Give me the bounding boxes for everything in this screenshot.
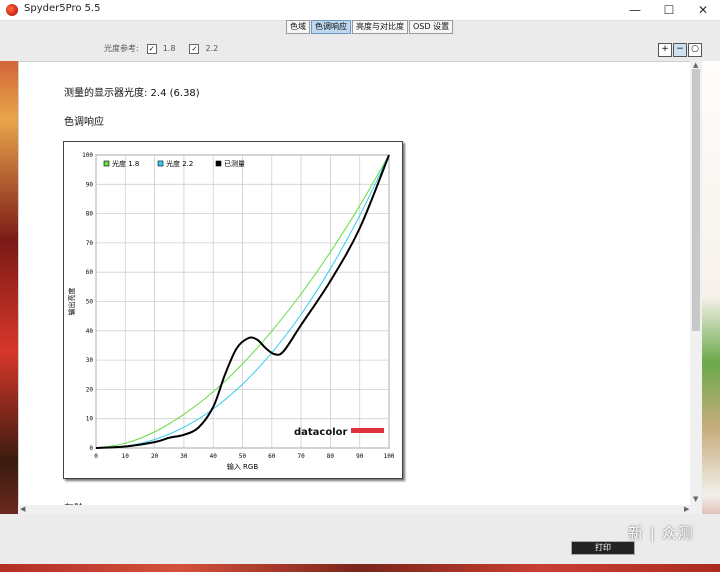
spyder-app-icon [6,4,18,16]
zoom-out-icon[interactable]: − [673,43,687,57]
section-title: 色调响应 [64,117,104,128]
x-tick-label: 20 [151,453,159,460]
x-tick-label: 50 [239,453,247,460]
y-tick-label: 0 [89,445,93,452]
x-tick-label: 70 [297,453,305,460]
vertical-scrollbar[interactable]: ▲ ▼ [690,61,702,505]
scroll-down-arrow-icon[interactable]: ▼ [693,495,698,503]
horizontal-scrollbar[interactable]: ◀ ▶ [18,505,702,514]
x-tick-label: 40 [210,453,218,460]
chart-svg: 0 10 20 30 40 50 60 70 80 90 100 0 10 20 30 40 50 60 70 80 9… [67,152,395,471]
gamma-2-2-label: 2.2 [205,44,219,53]
app-window: Spyder5Pro 5.5 — ☐ ✕ 色域 色调响应 亮度与对比度 OSD … [0,0,720,564]
x-tick-label: 30 [180,453,188,460]
desktop-background-bottom [0,564,720,572]
gamma-reference: 光度参考: ✓ 1.8 ✓ 2.2 [104,43,218,54]
tone-response-chart: 0 10 20 30 40 50 60 70 80 90 100 0 10 20 30 40 50 60 70 80 9… [63,141,403,479]
x-tick-label: 90 [356,453,364,460]
y-tick-label: 50 [86,299,94,306]
scroll-left-arrow-icon[interactable]: ◀ [20,505,25,513]
x-axis-label: 输入 RGB [227,462,259,471]
gamma-reference-label: 光度参考: [104,44,139,53]
y-tick-label: 20 [86,386,94,393]
x-tick-label: 60 [268,453,276,460]
datacolor-logo: datacolor [294,427,348,438]
watermark: 新 | 众测 [628,524,694,542]
tab-tone-response[interactable]: 色调响应 [311,20,351,34]
x-tick-label: 0 [94,453,98,460]
x-tick-label: 80 [327,453,335,460]
zoom-in-icon[interactable]: + [658,43,672,57]
measured-gamma: 测量的显示器光度: 2.4 (6.38) [64,88,200,99]
bottom-bar: 打印 [0,514,720,564]
legend-label: 光度 2.2 [166,159,193,168]
y-tick-label: 40 [86,328,94,335]
y-tick-label: 90 [86,181,94,188]
tab-osd-settings[interactable]: OSD 设置 [409,20,454,34]
zoom-fit-icon[interactable]: ○ [688,43,702,57]
title-bar: Spyder5Pro 5.5 — ☐ ✕ [0,0,720,21]
y-tick-label: 30 [86,357,94,364]
scroll-up-arrow-icon[interactable]: ▲ [693,61,698,69]
report-tabs: 色域 色调响应 亮度与对比度 OSD 设置 [286,20,454,34]
y-tick-label: 60 [86,269,94,276]
legend-swatch [103,160,110,167]
gamma-1-8-label: 1.8 [162,44,176,53]
maximize-button[interactable]: ☐ [652,0,686,20]
window-title: Spyder5Pro 5.5 [24,3,101,14]
legend-label: 光度 1.8 [112,159,139,168]
scroll-right-arrow-icon[interactable]: ▶ [684,505,689,513]
toolbar: 色域 色调响应 亮度与对比度 OSD 设置 光度参考: ✓ 1.8 ✓ 2.2 … [0,20,720,61]
gamma-2-2-checkbox[interactable]: ✓ [189,43,200,54]
y-tick-label: 10 [86,416,94,423]
datacolor-logo-bar [351,428,384,433]
gamma-1-8-checkbox[interactable]: ✓ [146,43,157,54]
y-tick-label: 100 [82,152,93,159]
legend-label: 已测量 [224,160,245,168]
tab-brightness-contrast[interactable]: 亮度与对比度 [352,20,408,34]
legend-swatch [157,160,164,167]
print-button[interactable]: 打印 [571,541,635,555]
vertical-scroll-thumb[interactable] [692,69,700,331]
x-tick-label: 100 [384,453,395,460]
y-tick-label: 80 [86,211,94,218]
x-tick-label: 10 [122,453,130,460]
close-button[interactable]: ✕ [686,0,720,20]
tab-gamut[interactable]: 色域 [286,20,310,34]
y-tick-label: 70 [86,240,94,247]
minimize-button[interactable]: — [618,0,652,20]
y-axis-label: 输出亮度 [67,288,76,316]
legend-swatch [215,160,222,167]
